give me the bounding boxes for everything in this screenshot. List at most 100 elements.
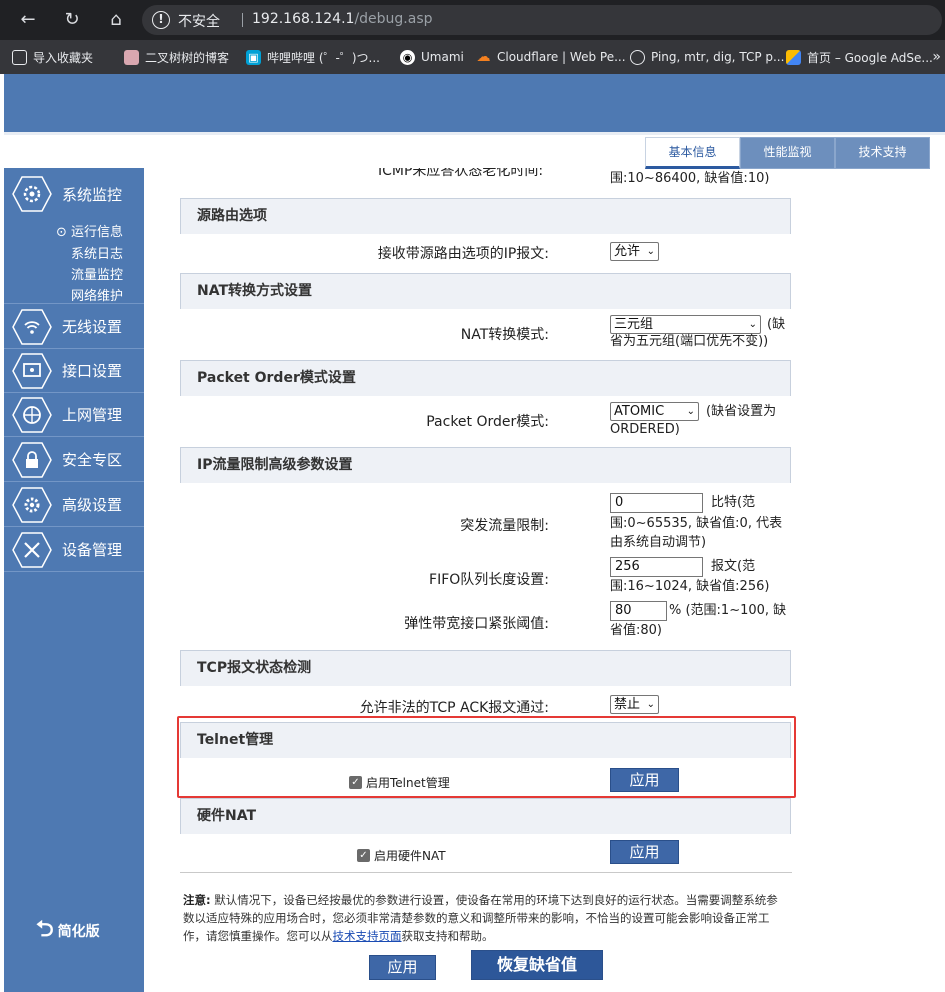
chevron-down-icon: ⌄: [646, 246, 655, 257]
packet-order-select[interactable]: ATOMIC ⌄: [610, 402, 699, 421]
sidebar-sub-traffic[interactable]: 流量监控: [71, 264, 123, 283]
header-divider: [4, 132, 945, 135]
monitor-icon: [12, 176, 52, 212]
tcp-ack-select[interactable]: 禁止 ⌄: [610, 695, 659, 714]
sidebar-label: 安全专区: [62, 451, 123, 469]
nat-mode-label: NAT转换模式:: [460, 327, 549, 343]
sidebar-item-internet[interactable]: 上网管理: [4, 393, 144, 437]
bookmark-adsense[interactable]: 首页 – Google AdSe...: [786, 48, 933, 66]
browser-toolbar: ← ↻ ⌂ ! 不安全 192.168.124.1/debug.asp: [0, 0, 945, 40]
sidebar-label: 无线设置: [62, 318, 123, 336]
apply-button[interactable]: 应用: [369, 955, 436, 980]
import-icon: [12, 49, 27, 65]
bookmark-label: Cloudflare | Web Pe...: [497, 50, 626, 64]
bookmark-label: 导入收藏夹: [33, 50, 94, 65]
elastic-threshold-label: 弹性带宽接口紧张阈值:: [404, 616, 549, 632]
burst-limit-label: 突发流量限制:: [460, 518, 549, 534]
tab-performance[interactable]: 性能监视: [740, 137, 835, 169]
bookmark-cloudflare[interactable]: ☁ Cloudflare | Web Pe...: [476, 48, 626, 66]
reload-icon[interactable]: ↻: [60, 8, 84, 32]
bookmark-bilibili[interactable]: ▣ 哔哩哔哩 (゜-゜)つ...: [246, 48, 380, 66]
sidebar-item-monitor[interactable]: 系统监控: [4, 172, 144, 216]
section-hw-nat: 硬件NAT: [180, 798, 791, 834]
umami-icon: ◉: [400, 49, 415, 65]
warning-icon[interactable]: !: [152, 11, 170, 29]
bookmarks-bar: 导入收藏夹 二叉树树的博客 ▣ 哔哩哔哩 (゜-゜)つ... ◉ Umami ☁…: [0, 40, 945, 74]
bookmark-label: Umami: [421, 50, 464, 64]
home-icon[interactable]: ⌂: [104, 8, 128, 32]
restore-defaults-button[interactable]: 恢复缺省值: [471, 950, 603, 980]
sidebar-item-security[interactable]: 安全专区: [4, 438, 144, 482]
notice-text: 注意: 默认情况下，设备已经按最优的参数进行设置，使设备在常用的环境下达到良好的…: [183, 891, 789, 945]
top-tabs: 基本信息 性能监视 技术支持: [645, 137, 930, 169]
sidebar-sub-running-info[interactable]: ⊙ 运行信息: [56, 221, 123, 240]
notice-suffix: 获取支持和帮助。: [401, 929, 494, 943]
globe-icon: [630, 49, 645, 65]
chevron-down-icon: ⌄: [748, 319, 757, 330]
bookmark-label: 二叉树树的博客: [145, 50, 230, 65]
url-text[interactable]: 192.168.124.1/debug.asp: [252, 11, 433, 27]
fifo-hint-1: 报文(范: [711, 559, 756, 574]
simple-mode-label: 简化版: [57, 924, 100, 940]
chevron-down-icon: ⌄: [686, 406, 695, 417]
tab-tech-support[interactable]: 技术支持: [835, 137, 930, 169]
hw-nat-checkbox-row[interactable]: ✓ 启用硬件NAT: [357, 847, 446, 864]
sidebar-item-device[interactable]: 设备管理: [4, 528, 144, 572]
select-value: 三元组: [614, 317, 654, 332]
simple-mode-link[interactable]: ⮌ 简化版: [36, 912, 100, 950]
fifo-length-input[interactable]: 256: [610, 557, 703, 577]
bookmark-ping[interactable]: Ping, mtr, dig, TCP p...: [630, 48, 784, 66]
sub-label: 运行信息: [71, 225, 124, 240]
sidebar-label: 高级设置: [62, 496, 123, 514]
insecure-label[interactable]: 不安全: [178, 11, 220, 31]
cloudflare-icon: ☁: [476, 48, 491, 65]
bookmark-import[interactable]: 导入收藏夹: [12, 48, 93, 66]
select-value: 允许: [614, 244, 641, 259]
packet-order-hint-1: (缺省设置为: [706, 404, 777, 419]
bookmark-umami[interactable]: ◉ Umami: [400, 48, 464, 66]
burst-limit-input[interactable]: 0: [610, 493, 703, 513]
burst-hint-2: 围:0~65535, 缺省值:0, 代表: [610, 516, 783, 531]
select-value: 禁止: [614, 697, 641, 712]
notice-prefix: 注意:: [183, 893, 211, 907]
lock-icon: [12, 441, 52, 478]
bookmark-label: 首页 – Google AdSe...: [807, 50, 933, 65]
interface-icon: [12, 352, 52, 389]
elastic-hint-2: 省值:80): [610, 623, 662, 638]
tab-basic-info[interactable]: 基本信息: [645, 137, 740, 169]
sidebar-label: 设备管理: [62, 541, 123, 559]
section-nat: NAT转换方式设置: [180, 273, 791, 309]
sidebar-item-interface[interactable]: 接口设置: [4, 349, 144, 393]
hw-nat-checkbox-label: 启用硬件NAT: [374, 849, 446, 863]
url-separator: [242, 13, 243, 27]
sidebar-sub-system-log[interactable]: 系统日志: [71, 243, 123, 262]
sidebar-label: 上网管理: [62, 406, 123, 424]
section-ip-limit: IP流量限制高级参数设置: [180, 447, 791, 483]
sidebar-label: 系统监控: [62, 185, 123, 204]
sidebar-item-advanced[interactable]: 高级设置: [4, 483, 144, 527]
checkbox-checked-icon[interactable]: ✓: [357, 849, 370, 862]
burst-hint-3: 由系统自动调节): [610, 535, 707, 550]
sidebar-item-wireless[interactable]: 无线设置: [4, 305, 144, 349]
bookmark-blog[interactable]: 二叉树树的博客: [124, 48, 229, 66]
avatar-icon: [124, 49, 139, 65]
back-arrow-icon[interactable]: ←: [16, 8, 40, 32]
select-value: ATOMIC: [614, 404, 665, 419]
bookmarks-more-icon[interactable]: »: [932, 49, 941, 65]
adsense-icon: [786, 49, 801, 65]
bookmark-label: 哔哩哔哩 (゜-゜)つ...: [267, 50, 380, 65]
address-bar[interactable]: ! 不安全 192.168.124.1/debug.asp: [142, 5, 942, 35]
section-packet-order: Packet Order模式设置: [180, 360, 791, 396]
sidebar-sub-maintenance[interactable]: 网络维护: [71, 285, 123, 304]
tech-support-link[interactable]: 技术支持页面: [333, 929, 402, 943]
elastic-threshold-input[interactable]: 80: [610, 601, 667, 621]
sidebar: 系统监控 ⊙ 运行信息 系统日志 流量监控 网络维护 无线设置 接口设置 上网管…: [4, 168, 144, 992]
nat-hint-2: 省为五元组(端口优先不变)): [610, 334, 769, 349]
gear-icon: [12, 486, 52, 523]
fifo-hint-2: 围:16~1024, 缺省值:256): [610, 579, 770, 594]
divider: [180, 872, 792, 873]
internet-icon: [12, 396, 52, 433]
hw-nat-apply-button[interactable]: 应用: [610, 840, 679, 864]
source-route-select[interactable]: 允许 ⌄: [610, 242, 659, 261]
nat-mode-select[interactable]: 三元组 ⌄: [610, 315, 761, 334]
